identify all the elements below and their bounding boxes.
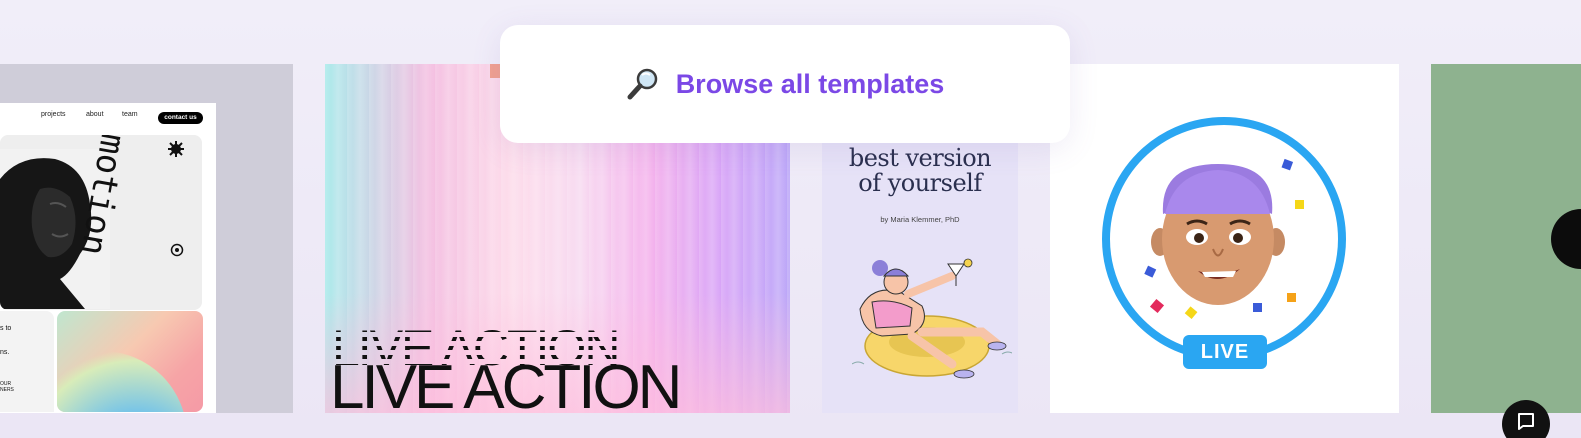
browse-templates-button[interactable]: Browse all templates — [500, 25, 1070, 143]
hero-tile: motion — [0, 135, 202, 310]
tile-text: ns. — [0, 349, 10, 356]
contact-us-pill: contact us — [158, 112, 203, 124]
book-author: by Maria Klemmer, PhD — [880, 215, 960, 224]
book-title-line: best version — [848, 144, 992, 172]
live-action-title: LIVE ACTION — [330, 353, 682, 413]
asterisk-icon — [168, 141, 184, 157]
template-card-portfolio[interactable]: projects about team contact us motion s … — [0, 64, 293, 413]
template-card-live-stream[interactable]: LIVE — [1050, 64, 1399, 413]
dark-circle — [1551, 209, 1581, 269]
template-card-partial[interactable] — [1431, 64, 1581, 413]
gradient-tile — [57, 311, 203, 412]
nav-team: team — [122, 111, 138, 118]
tile-text: s to — [0, 325, 12, 332]
live-badge: LIVE — [1183, 335, 1267, 369]
decor-bar — [490, 64, 500, 78]
book-title-line: of yourself — [858, 169, 982, 197]
tile-text: NERS — [0, 387, 14, 393]
nav-about: about — [86, 111, 104, 118]
browse-label: Browse all templates — [675, 68, 945, 99]
chat-icon — [1518, 413, 1534, 430]
text-tile: s to ns. OUR NERS — [0, 311, 54, 412]
nav-projects: projects — [41, 111, 66, 118]
book-title: best version of yourself — [822, 146, 1018, 196]
portfolio-preview: projects about team contact us motion s … — [0, 103, 216, 413]
target-icon — [170, 243, 184, 257]
magnifier-icon — [627, 68, 657, 100]
float-illustration — [852, 258, 1012, 379]
